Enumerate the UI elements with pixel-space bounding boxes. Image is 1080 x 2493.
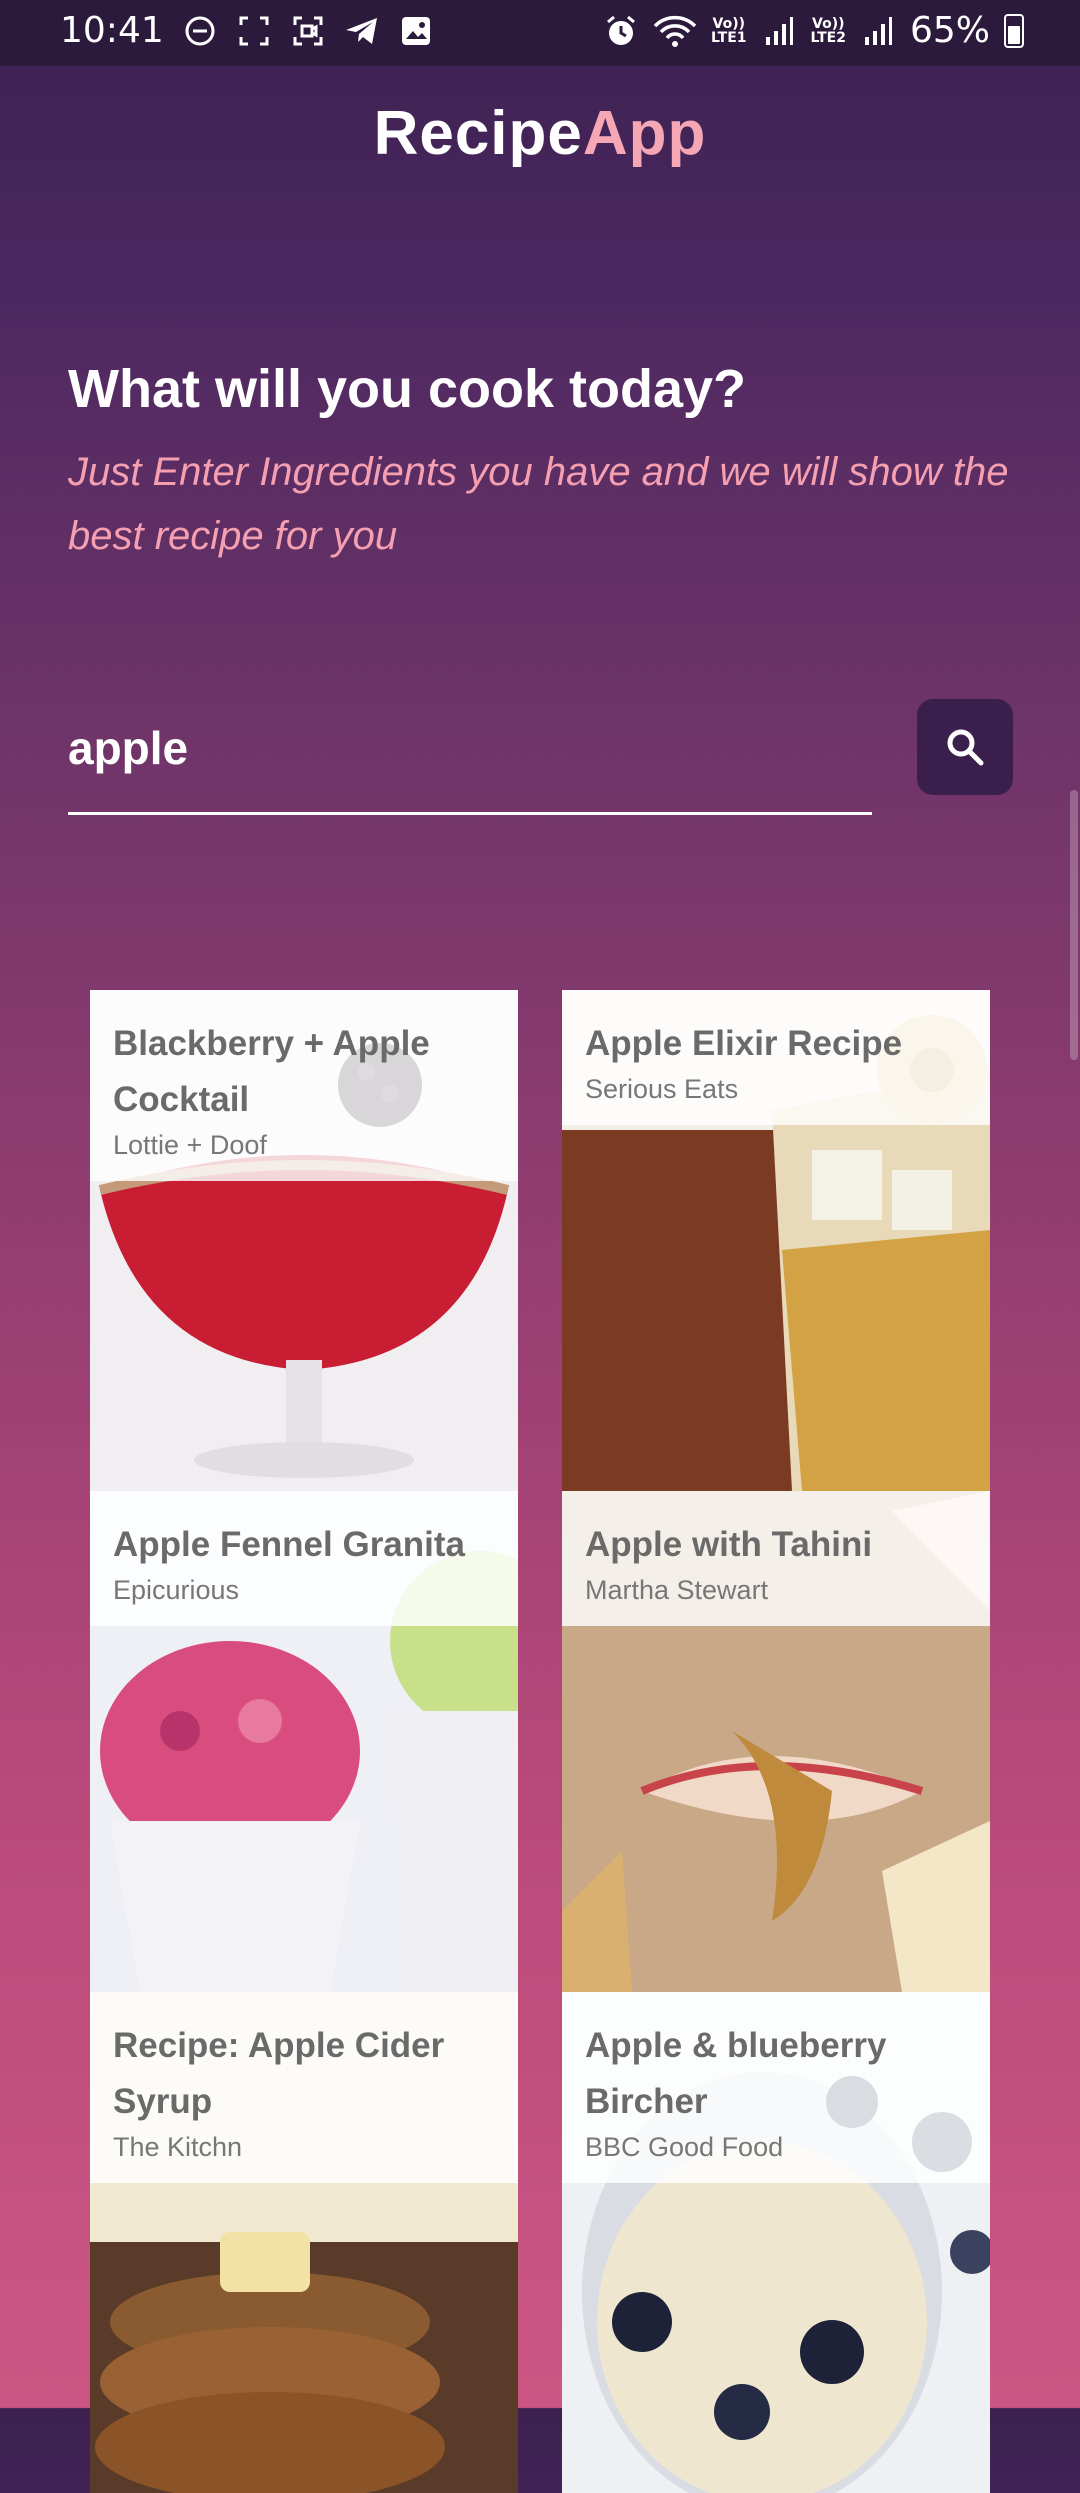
- alarm-icon: [603, 13, 639, 49]
- status-left: 10:41: [60, 10, 434, 51]
- signal-2-icon: [860, 13, 896, 49]
- lte2-label: Vo)) LTE2: [811, 17, 846, 45]
- lte2-text: LTE2: [810, 29, 846, 46]
- recipe-info: Apple with Tahini Martha Stewart: [562, 1491, 990, 1626]
- search-button[interactable]: [917, 699, 1013, 795]
- recipe-card[interactable]: Blackberry + Apple Cocktail Lottie + Doo…: [90, 990, 518, 1491]
- recipe-grid: Blackberry + Apple Cocktail Lottie + Doo…: [90, 990, 990, 2493]
- recipe-card[interactable]: Apple Elixir Recipe Serious Eats: [562, 990, 990, 1491]
- signal-icon: [761, 13, 797, 49]
- recipe-info: Apple Fennel Granita Epicurious: [90, 1491, 518, 1626]
- recipe-card[interactable]: Apple & blueberry Bircher BBC Good Food: [562, 1992, 990, 2493]
- recipe-info: Apple & blueberry Bircher BBC Good Food: [562, 1992, 990, 2183]
- lte1-label: Vo)) LTE1: [711, 17, 746, 45]
- recipe-source: Serious Eats: [585, 1074, 739, 1104]
- battery-percent: 65%: [909, 10, 990, 51]
- search-icon: [947, 729, 984, 766]
- scrollbar[interactable]: [1070, 790, 1078, 1060]
- telegram-icon: [344, 13, 380, 49]
- recipe-title: Apple Elixir Recipe: [585, 1024, 903, 1063]
- recipe-title: Apple & blueberry Bircher: [585, 2026, 887, 2121]
- app-title-app: App: [582, 99, 707, 168]
- recipe-card[interactable]: Apple with Tahini Martha Stewart: [562, 1491, 990, 1992]
- dnd-icon: [182, 13, 218, 49]
- recipe-source: Martha Stewart: [585, 1575, 769, 1605]
- recipe-info: Apple Elixir Recipe Serious Eats: [562, 990, 990, 1125]
- screen-record-icon: [290, 13, 326, 49]
- recipe-source: Lottie + Doof: [113, 1130, 267, 1160]
- gallery-icon: [398, 13, 434, 49]
- app-title: RecipeApp: [0, 98, 1080, 169]
- recipe-title: Blackberry + Apple Cocktail: [113, 1024, 430, 1119]
- status-bar: 10:41 Vo)) LTE1 Vo)) LTE2 65%: [0, 0, 1080, 66]
- recipe-info: Recipe: Apple Cider Syrup The Kitchn: [90, 1992, 518, 2183]
- recipe-title: Apple Fennel Granita: [113, 1525, 465, 1564]
- lte1-text: LTE1: [711, 29, 747, 46]
- status-time: 10:41: [60, 10, 164, 51]
- status-right: Vo)) LTE1 Vo)) LTE2 65%: [603, 10, 1024, 51]
- app-title-recipe: Recipe: [373, 99, 583, 168]
- recipe-card[interactable]: Apple Fennel Granita Epicurious: [90, 1491, 518, 1992]
- recipe-title: Apple with Tahini: [585, 1525, 873, 1564]
- screenshot-icon: [236, 13, 272, 49]
- recipe-info: Blackberry + Apple Cocktail Lottie + Doo…: [90, 990, 518, 1181]
- search-input[interactable]: [68, 718, 872, 778]
- recipe-card[interactable]: Recipe: Apple Cider Syrup The Kitchn: [90, 1992, 518, 2493]
- recipe-source: Epicurious: [113, 1575, 240, 1605]
- hero-heading: What will you cook today?: [68, 359, 747, 419]
- recipe-source: BBC Good Food: [585, 2132, 784, 2162]
- battery-icon: [1004, 13, 1024, 48]
- recipe-title: Recipe: Apple Cider Syrup: [113, 2026, 445, 2121]
- wifi-icon: [653, 13, 697, 49]
- hero-subheading: Just Enter Ingredients you have and we w…: [68, 450, 1009, 558]
- search-underline: [68, 812, 872, 815]
- recipe-source: The Kitchn: [113, 2132, 243, 2162]
